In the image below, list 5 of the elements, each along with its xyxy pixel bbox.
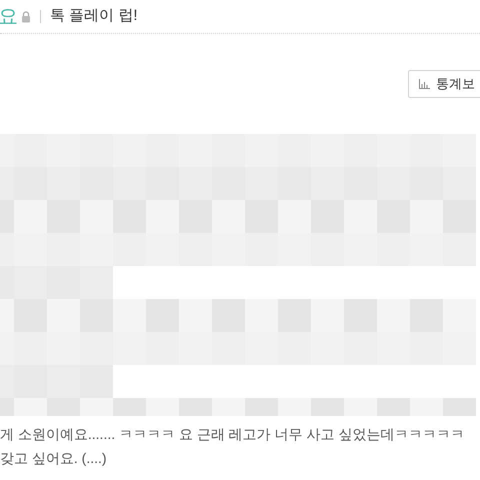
bar-chart-icon (419, 79, 430, 89)
post-text-line: 게 소원이예요....... ㅋㅋㅋㅋ 요 근래 레고가 너무 사고 싶었는데ㅋㅋㅋㅋㅋ (0, 425, 466, 444)
stats-button[interactable]: 통계보 (408, 70, 480, 98)
post-title: 톡 플레이 럽! (50, 6, 138, 26)
post-text-line: 갖고 싶어요. (....) (0, 449, 108, 468)
